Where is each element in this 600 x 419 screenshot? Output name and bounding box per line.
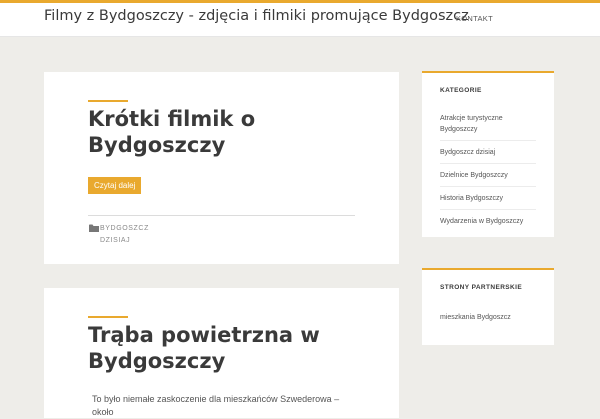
- title-accent-line: [88, 316, 128, 318]
- post-divider: [88, 215, 355, 216]
- category-link[interactable]: Atrakcje turystyczne Bydgoszczy: [440, 115, 503, 133]
- folder-icon: [89, 224, 99, 232]
- title-accent-line: [88, 100, 128, 102]
- partner-link[interactable]: mieszkania Bydgoszcz: [440, 314, 511, 321]
- post-title[interactable]: Trąba powietrzna w Bydgoszczy: [88, 322, 328, 374]
- site-header: Filmy z Bydgoszczy - zdjęcia i filmiki p…: [0, 3, 600, 37]
- post-excerpt: To było niemałe zaskoczenie dla mieszkań…: [92, 394, 340, 417]
- widget-title: STRONY PARTNERSKIE: [440, 284, 523, 291]
- site-title[interactable]: Filmy z Bydgoszczy - zdjęcia i filmiki p…: [44, 8, 469, 24]
- partners-widget: STRONY PARTNERSKIE mieszkania Bydgoszcz: [422, 268, 554, 345]
- list-item: Dzielnice Bydgoszczy: [440, 170, 536, 187]
- categories-widget: KATEGORIE Atrakcje turystyczne Bydgoszcz…: [422, 71, 554, 237]
- nav-link-kontakt[interactable]: KONTAKT: [456, 14, 493, 23]
- category-list: Atrakcje turystyczne Bydgoszczy Bydgoszc…: [440, 113, 536, 238]
- list-item: Historia Bydgoszczy: [440, 193, 536, 210]
- category-link[interactable]: Historia Bydgoszczy: [440, 195, 503, 202]
- list-item: mieszkania Bydgoszcz: [440, 312, 536, 328]
- partner-list: mieszkania Bydgoszcz: [440, 312, 536, 334]
- post-category-link[interactable]: BYDGOSZCZ DZISIAJ: [100, 223, 170, 247]
- list-item: Wydarzenia w Bydgoszczy: [440, 216, 536, 232]
- widget-title: KATEGORIE: [440, 87, 482, 94]
- post-title[interactable]: Krótki filmik o Bydgoszczy: [88, 106, 328, 158]
- list-item: Bydgoszcz dzisiaj: [440, 147, 536, 164]
- category-link[interactable]: Wydarzenia w Bydgoszczy: [440, 218, 523, 225]
- category-link[interactable]: Bydgoszcz dzisiaj: [440, 149, 495, 156]
- list-item: Atrakcje turystyczne Bydgoszczy: [440, 113, 536, 141]
- post-card: Trąba powietrzna w Bydgoszczy To było ni…: [44, 288, 399, 418]
- read-more-button[interactable]: Czytaj dalej: [88, 177, 142, 194]
- post-card: Krótki filmik o Bydgoszczy Czytaj dalej …: [44, 72, 399, 264]
- category-link[interactable]: Dzielnice Bydgoszczy: [440, 172, 508, 179]
